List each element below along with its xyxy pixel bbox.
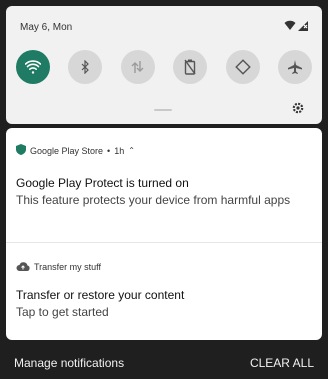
drag-handle[interactable] bbox=[154, 109, 172, 111]
airplane-mode-icon bbox=[287, 59, 303, 75]
manage-notifications-button[interactable]: Manage notifications bbox=[14, 356, 124, 370]
status-icons bbox=[284, 20, 308, 31]
cloud-upload-icon bbox=[16, 261, 30, 273]
notification-list: Google Play Store • 1h ⌃ Google Play Pro… bbox=[6, 128, 322, 340]
mobile-data-icon bbox=[130, 60, 146, 74]
notification-time: 1h bbox=[114, 145, 125, 156]
mobile-data-tile[interactable] bbox=[120, 50, 155, 84]
notification-title: Transfer or restore your content bbox=[16, 288, 185, 302]
clear-all-button[interactable]: CLEAR ALL bbox=[250, 356, 314, 370]
battery-saver-tile[interactable] bbox=[173, 50, 208, 84]
wifi-icon bbox=[25, 60, 41, 74]
wifi-tile[interactable] bbox=[16, 50, 50, 84]
notification-title: Google Play Protect is turned on bbox=[16, 176, 189, 190]
bluetooth-icon bbox=[79, 60, 91, 74]
shield-icon bbox=[16, 144, 26, 157]
notification-header: Google Play Store • 1h ⌃ bbox=[16, 144, 135, 157]
notification-play-protect[interactable]: Google Play Store • 1h ⌃ Google Play Pro… bbox=[6, 128, 322, 242]
quick-settings-tiles bbox=[16, 50, 312, 84]
notification-body: Tap to get started bbox=[16, 305, 109, 319]
mobile-signal-icon bbox=[298, 20, 308, 31]
notification-app-name: Google Play Store bbox=[30, 145, 104, 156]
notification-app-name: Transfer my stuff bbox=[34, 262, 102, 272]
gear-icon bbox=[292, 101, 304, 119]
wifi-signal-icon bbox=[284, 20, 296, 31]
auto-rotate-icon bbox=[234, 59, 251, 75]
quick-settings-panel: May 6, Mon bbox=[6, 6, 322, 124]
notification-divider bbox=[6, 242, 322, 243]
notification-transfer[interactable]: Transfer my stuff Transfer or restore yo… bbox=[6, 244, 322, 340]
chevron-up-icon[interactable]: ⌃ bbox=[128, 146, 135, 155]
bluetooth-tile[interactable] bbox=[68, 50, 103, 84]
date-label: May 6, Mon bbox=[20, 22, 73, 33]
notification-header: Transfer my stuff bbox=[16, 261, 101, 273]
notification-footer: Manage notifications CLEAR ALL bbox=[0, 340, 328, 379]
settings-button[interactable] bbox=[290, 102, 306, 118]
battery-saver-icon bbox=[184, 59, 196, 75]
airplane-mode-tile[interactable] bbox=[277, 50, 312, 84]
notification-body: This feature protects your device from h… bbox=[16, 193, 291, 207]
notification-separator: • bbox=[107, 145, 111, 156]
auto-rotate-tile[interactable] bbox=[225, 50, 260, 84]
